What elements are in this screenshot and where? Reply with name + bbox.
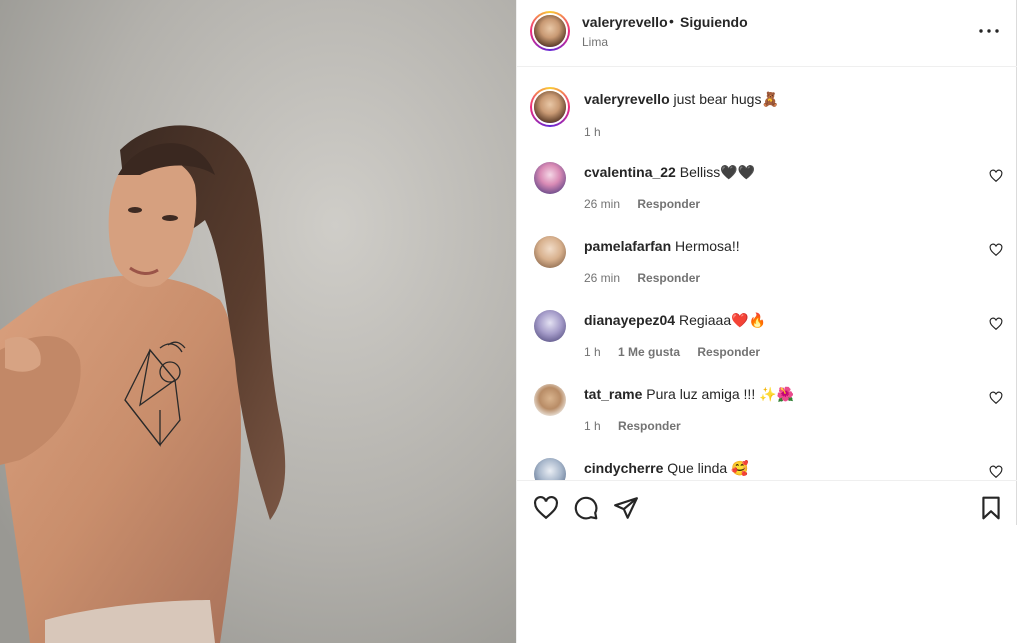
caption-username[interactable]: valeryrevello bbox=[584, 91, 670, 107]
comment-time[interactable]: 1 h bbox=[584, 345, 601, 359]
post-content: valeryrevello • Siguiendo Lima valeryrev… bbox=[517, 0, 1017, 525]
comment-username[interactable]: cindycherre bbox=[584, 460, 663, 476]
comment-likes[interactable]: 1 Me gusta bbox=[618, 345, 680, 359]
heart-icon[interactable] bbox=[989, 317, 1003, 331]
caption-text: just bear hugs🧸 bbox=[673, 91, 779, 107]
caption-meta: 1 h bbox=[584, 125, 615, 139]
comment-text: Hermosa!! bbox=[675, 238, 740, 254]
post-detail-panel: valeryrevello • Siguiendo Lima valeryrev… bbox=[516, 0, 1017, 643]
bookmark-icon[interactable] bbox=[978, 495, 1004, 521]
comment-meta: 1 h Responder bbox=[584, 419, 695, 433]
caption-time[interactable]: 1 h bbox=[584, 125, 601, 139]
reply-button[interactable]: Responder bbox=[618, 419, 681, 433]
comment-username[interactable]: dianayepez04 bbox=[584, 312, 675, 328]
comment-icon[interactable] bbox=[573, 495, 599, 521]
action-bar bbox=[517, 480, 1017, 525]
author-username[interactable]: valeryrevello bbox=[582, 14, 668, 30]
comment-avatar[interactable] bbox=[534, 384, 566, 416]
author-avatar[interactable] bbox=[530, 11, 570, 51]
comment-avatar[interactable] bbox=[534, 236, 566, 268]
separator-dot: • bbox=[669, 13, 674, 29]
heart-icon[interactable] bbox=[989, 243, 1003, 257]
comments-list[interactable]: valeryrevello just bear hugs🧸 1 h cvalen… bbox=[517, 67, 1017, 480]
more-options-icon[interactable] bbox=[977, 22, 1001, 40]
comment-meta: 26 min Responder bbox=[584, 271, 714, 285]
comment-line: dianayepez04 Regiaaa❤️🔥 bbox=[584, 312, 766, 329]
panel-blank-area bbox=[517, 525, 1017, 643]
comment-line: tat_rame Pura luz amiga !!! ✨🌺 bbox=[584, 386, 794, 403]
post-location[interactable]: Lima bbox=[582, 35, 608, 49]
comment-username[interactable]: cvalentina_22 bbox=[584, 164, 676, 180]
comment-username[interactable]: pamelafarfan bbox=[584, 238, 671, 254]
comment-time[interactable]: 26 min bbox=[584, 271, 620, 285]
comment-meta: 1 h 1 Me gusta Responder bbox=[584, 345, 774, 359]
follow-status-button[interactable]: Siguiendo bbox=[680, 14, 748, 30]
comment-text: Pura luz amiga !!! ✨🌺 bbox=[646, 386, 794, 402]
comment-line: cvalentina_22 Belliss🖤🖤 bbox=[584, 164, 755, 181]
comment-username[interactable]: tat_rame bbox=[584, 386, 642, 402]
comment-text: Regiaaa❤️🔥 bbox=[678, 312, 766, 328]
comment-time[interactable]: 26 min bbox=[584, 197, 620, 211]
comment-avatar[interactable] bbox=[534, 162, 566, 194]
post-image bbox=[0, 0, 516, 643]
post-photo[interactable] bbox=[0, 0, 516, 643]
comment-line: pamelafarfan Hermosa!! bbox=[584, 238, 740, 254]
paper-plane-icon[interactable] bbox=[613, 495, 639, 521]
reply-button[interactable]: Responder bbox=[697, 345, 760, 359]
comment-line: cindycherre Que linda 🥰 bbox=[584, 460, 749, 477]
comment-meta: 26 min Responder bbox=[584, 197, 714, 211]
reply-button[interactable]: Responder bbox=[637, 197, 700, 211]
comment-avatar[interactable] bbox=[534, 458, 566, 480]
comment-text: Belliss🖤🖤 bbox=[679, 164, 756, 180]
heart-icon[interactable] bbox=[533, 495, 559, 521]
heart-icon[interactable] bbox=[989, 169, 1003, 183]
heart-icon[interactable] bbox=[989, 391, 1003, 405]
comment-text: Que linda 🥰 bbox=[667, 460, 749, 476]
caption-avatar[interactable] bbox=[530, 87, 570, 127]
reply-button[interactable]: Responder bbox=[637, 271, 700, 285]
comment-time[interactable]: 1 h bbox=[584, 419, 601, 433]
heart-icon[interactable] bbox=[989, 465, 1003, 479]
comment-avatar[interactable] bbox=[534, 310, 566, 342]
caption-line: valeryrevello just bear hugs🧸 bbox=[584, 91, 779, 108]
post-header: valeryrevello • Siguiendo Lima bbox=[517, 0, 1017, 67]
